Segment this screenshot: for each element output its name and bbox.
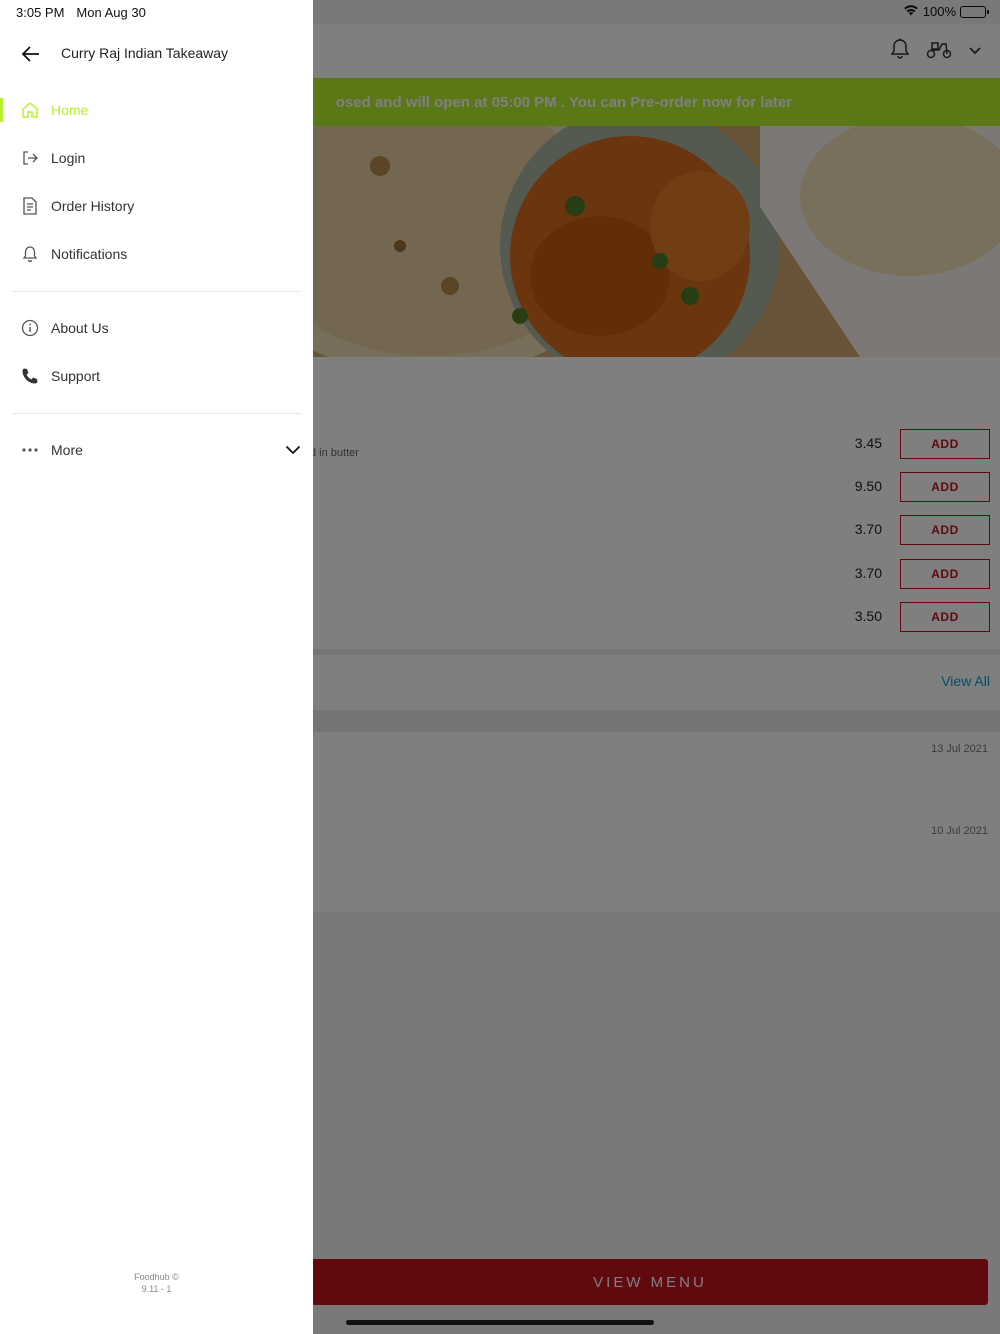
login-icon	[20, 148, 40, 168]
nav-label: Login	[51, 150, 86, 166]
nav-label: Order History	[51, 198, 135, 214]
divider	[12, 413, 301, 414]
restaurant-name: Curry Raj Indian Takeaway	[61, 45, 229, 61]
nav-label: Home	[51, 102, 89, 118]
nav-label: Support	[51, 368, 101, 384]
divider	[12, 291, 301, 292]
nav-item-about-us[interactable]: About Us	[0, 308, 313, 348]
chevron-down-icon[interactable]	[283, 440, 303, 460]
nav-item-order-history[interactable]: Order History	[0, 186, 313, 226]
nav-item-notifications[interactable]: Notifications	[0, 234, 313, 274]
nav-label: Notifications	[51, 246, 128, 262]
nav-label: More	[51, 442, 83, 458]
nav-item-login[interactable]: Login	[0, 138, 313, 178]
back-arrow-icon[interactable]	[18, 42, 44, 66]
phone-icon	[20, 366, 40, 386]
nav-item-more[interactable]: More	[0, 430, 313, 470]
navigation-drawer: 3:05 PM Mon Aug 30 Curry Raj Indian Take…	[0, 0, 313, 1334]
status-time: 3:05 PM	[16, 5, 65, 20]
more-dots-icon	[20, 440, 40, 460]
info-icon	[20, 318, 40, 338]
status-date: Mon Aug 30	[76, 5, 146, 20]
home-icon	[20, 100, 40, 120]
document-icon	[20, 196, 40, 216]
bell-icon	[20, 244, 40, 264]
status-left: 3:05 PM Mon Aug 30	[16, 5, 146, 20]
nav-item-home[interactable]: Home	[0, 90, 313, 130]
nav-label: About Us	[51, 320, 109, 336]
footer-brand: Foodhub ©	[134, 1272, 179, 1282]
app-footer: Foodhub © 9.11 - 1	[0, 1271, 313, 1295]
home-indicator	[346, 1320, 654, 1325]
drawer-header: Curry Raj Indian Takeaway	[0, 30, 313, 78]
footer-version: 9.11 - 1	[141, 1284, 172, 1294]
nav-item-support[interactable]: Support	[0, 356, 313, 396]
